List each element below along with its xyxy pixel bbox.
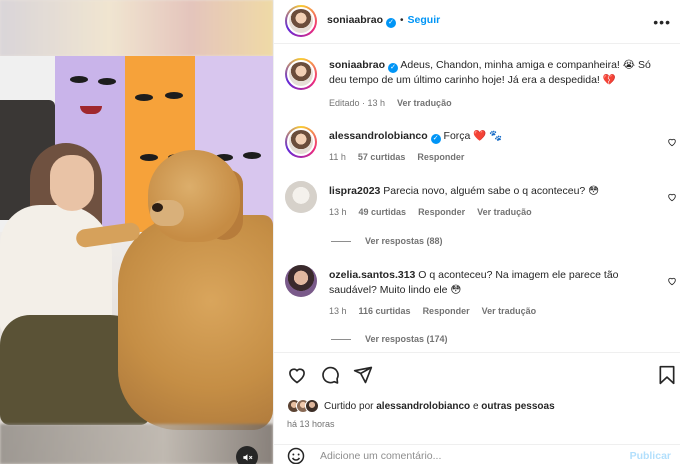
header-info: soniaabrao ✓ • Seguir bbox=[327, 14, 440, 28]
comment-like-icon[interactable] bbox=[667, 276, 677, 286]
mute-button[interactable] bbox=[236, 446, 258, 464]
photo-blur-top bbox=[0, 0, 273, 56]
commenter-avatar[interactable] bbox=[285, 181, 317, 213]
comment-translate-link[interactable]: Ver tradução bbox=[477, 207, 532, 217]
comment-time: 11 h bbox=[329, 152, 346, 162]
dog-head bbox=[148, 150, 240, 242]
caption-avatar[interactable] bbox=[285, 58, 317, 90]
replies-line bbox=[331, 241, 351, 243]
comment-icon[interactable] bbox=[320, 365, 340, 385]
caption: soniaabrao ✓ Adeus, Chandon, minha amiga … bbox=[274, 56, 680, 116]
caption-meta: Editado · 13 h Ver tradução bbox=[329, 98, 464, 108]
more-icon[interactable]: ••• bbox=[653, 14, 671, 30]
post-actions: Curtido por alessandrolobianco e outras … bbox=[274, 352, 680, 464]
comment-input[interactable]: Adicione um comentário... bbox=[320, 450, 441, 462]
comment-time: 13 h bbox=[329, 306, 347, 316]
share-icon[interactable] bbox=[353, 365, 373, 385]
wall-face-eye bbox=[140, 154, 158, 161]
comment-like-icon[interactable] bbox=[667, 192, 677, 202]
author-avatar[interactable] bbox=[285, 5, 317, 37]
comment-item: ozelia.santos.313 O q aconteceu? Na imag… bbox=[274, 265, 680, 323]
commenter-avatar[interactable] bbox=[285, 126, 317, 158]
caption-translate-link[interactable]: Ver tradução bbox=[397, 98, 452, 108]
bookmark-icon[interactable] bbox=[657, 365, 677, 385]
view-replies-button[interactable]: Ver respostas (88) bbox=[331, 236, 443, 246]
heart-icon[interactable] bbox=[287, 365, 307, 385]
comment-body: alessandrolobianco ✓ Força ❤️ 🐾 bbox=[329, 129, 502, 144]
verified-icon: ✓ bbox=[430, 134, 441, 144]
comment-meta: 11 h 57 curtidas Responder bbox=[329, 152, 476, 162]
caption-username[interactable]: soniaabrao bbox=[329, 59, 385, 71]
comment-username[interactable]: ozelia.santos.313 bbox=[329, 269, 415, 281]
reply-button[interactable]: Responder bbox=[423, 306, 470, 316]
caption-edited: Editado · 13 h bbox=[329, 98, 386, 108]
woman-face bbox=[50, 155, 94, 211]
comment-username[interactable]: alessandrolobianco bbox=[329, 130, 428, 142]
comment-like-icon[interactable] bbox=[667, 137, 677, 147]
view-replies-button[interactable]: Ver respostas (174) bbox=[331, 334, 448, 344]
comment-time: 13 h bbox=[329, 207, 347, 217]
comment-username[interactable]: lispra2023 bbox=[329, 185, 380, 197]
comment-body: lispra2023 Parecia novo, alguém sabe o q… bbox=[329, 184, 599, 199]
replies-line bbox=[331, 339, 351, 341]
comment-likes[interactable]: 57 curtidas bbox=[358, 152, 406, 162]
wall-face-eye bbox=[70, 76, 88, 83]
verified-icon: ✓ bbox=[388, 63, 399, 73]
add-comment-bar: Adicione um comentário... Publicar bbox=[274, 444, 680, 464]
verified-icon: ✓ bbox=[386, 18, 397, 28]
wall-face-eye bbox=[243, 152, 261, 159]
reply-button[interactable]: Responder bbox=[417, 152, 464, 162]
comment-likes[interactable]: 116 curtidas bbox=[359, 306, 411, 316]
comment-meta: 13 h 49 curtidas Responder Ver tradução bbox=[329, 207, 544, 217]
liked-by-user[interactable]: alessandrolobianco bbox=[376, 401, 470, 412]
comment-meta: 13 h 116 curtidas Responder Ver tradução bbox=[329, 306, 548, 316]
follow-button[interactable]: Seguir bbox=[408, 14, 441, 26]
dog-body bbox=[118, 215, 273, 430]
comment-likes[interactable]: 49 curtidas bbox=[359, 207, 407, 217]
posted-time[interactable]: há 13 horas bbox=[287, 419, 335, 429]
view-replies-label: Ver respostas (88) bbox=[365, 236, 443, 246]
comment-body: ozelia.santos.313 O q aconteceu? Na imag… bbox=[329, 268, 649, 298]
emoji-icon[interactable] bbox=[287, 447, 305, 464]
author-username[interactable]: soniaabrao bbox=[327, 14, 383, 26]
comment-translate-link[interactable]: Ver tradução bbox=[482, 306, 537, 316]
liked-by-prefix: Curtido por bbox=[324, 400, 374, 412]
dog-nose bbox=[152, 203, 163, 212]
comment-item: alessandrolobianco ✓ Força ❤️ 🐾 11 h 57 cu… bbox=[274, 126, 680, 166]
post-photo[interactable] bbox=[0, 0, 273, 464]
post-header: soniaabrao ✓ • Seguir ••• bbox=[274, 0, 680, 44]
liked-by-others[interactable]: outras pessoas bbox=[481, 401, 554, 412]
wall-face-eye bbox=[135, 94, 153, 101]
liked-by-middle: e bbox=[472, 400, 479, 412]
commenter-avatar[interactable] bbox=[285, 265, 317, 297]
comment-text: Parecia novo, alguém sabe o q aconteceu?… bbox=[383, 185, 600, 197]
liked-by-row: Curtido por alessandrolobianco e outras … bbox=[287, 399, 555, 413]
photo-blur-bottom bbox=[0, 424, 273, 464]
liked-by-text: Curtido por alessandrolobianco e outras … bbox=[324, 401, 555, 412]
reply-button[interactable]: Responder bbox=[418, 207, 465, 217]
comment-text: Força ❤️ 🐾 bbox=[443, 130, 503, 142]
mute-icon bbox=[242, 453, 252, 461]
liker-avatar[interactable] bbox=[305, 399, 319, 413]
comment-item: lispra2023 Parecia novo, alguém sabe o q… bbox=[274, 181, 680, 221]
wall-face-eye bbox=[98, 78, 116, 85]
separator-dot: • bbox=[400, 15, 404, 26]
view-replies-label: Ver respostas (174) bbox=[365, 334, 448, 344]
publish-button[interactable]: Publicar bbox=[630, 450, 671, 462]
caption-body: soniaabrao ✓ Adeus, Chandon, minha amiga … bbox=[329, 58, 669, 88]
post-details-pane: soniaabrao ✓ • Seguir ••• soniaabrao ✓ Adeus… bbox=[273, 0, 680, 464]
wall-face-eye bbox=[165, 92, 183, 99]
